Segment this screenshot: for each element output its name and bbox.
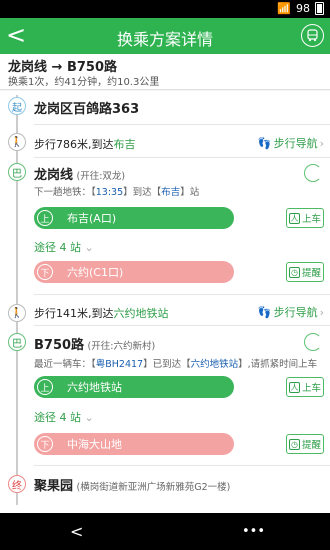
start-icon: 起: [8, 97, 26, 115]
remind-button-1[interactable]: ◷ 提醒: [286, 262, 324, 282]
alight-station-2[interactable]: 下中海大山地: [34, 433, 234, 455]
via-stops-2[interactable]: 途径 4 站 ⌄: [34, 409, 94, 425]
page-title: 换乘方案详情: [116, 30, 213, 49]
bus-icon: 巴: [8, 333, 26, 351]
battery-level: 98: [296, 2, 310, 15]
line-1-title: 龙岗线 (开往:双龙): [34, 168, 126, 183]
walk-step-1: 步行786米,到达布吉: [34, 138, 136, 151]
walk-nav-button-2[interactable]: 👣 步行导航 ›: [258, 304, 324, 320]
via-stops-1[interactable]: 途径 4 站 ⌄: [34, 239, 94, 255]
board-button-1[interactable]: 人上车: [286, 208, 324, 228]
board-icon: 人: [288, 381, 300, 393]
start-name: 龙岗区百鸽路363: [34, 102, 140, 117]
alight-station-1[interactable]: 下六约(C1口): [34, 261, 234, 283]
clock-icon: ◷: [288, 438, 300, 450]
line-1-next: 下一趟地铁：【13:35】到达【布吉】站: [34, 187, 200, 198]
board-icon: 人: [288, 212, 300, 224]
timeline-line: [16, 95, 18, 505]
system-nav-bar: < •••: [0, 513, 330, 550]
refresh-icon[interactable]: [304, 164, 322, 182]
remind-button-2[interactable]: ◷ 提醒: [286, 434, 324, 454]
title-bar: < 换乘方案详情: [0, 18, 330, 54]
board-station-1[interactable]: 上布吉(A口): [34, 207, 234, 229]
route-summary: 龙岗线 → B750路 换乘1次，约41分钟，约10.3公里: [0, 54, 330, 90]
board-button-2[interactable]: 人上车: [286, 377, 324, 397]
route-detail: 换乘1次，约41分钟，约10.3公里: [8, 77, 160, 88]
end-station: 聚果园 (横岗街道新亚洲广场新雅苑G2一楼): [34, 479, 231, 494]
end-icon: 终: [8, 475, 26, 493]
status-bar: 📶 98: [0, 0, 330, 18]
walk-step-2: 步行141米,到达六约地铁站: [34, 307, 169, 320]
walk-icon: 🚶: [8, 304, 26, 322]
battery-icon: [315, 2, 324, 15]
clock-icon: ◷: [288, 266, 300, 278]
line-2-next: 最近一辆车：【粤BH2417】已到达【六约地铁站】,请抓紧时间上车: [34, 359, 318, 370]
board-station-2[interactable]: 上六约地铁站: [34, 376, 234, 398]
line-2-title: B750路 (开往:六约新村): [34, 338, 156, 353]
footprint-icon: 👣: [257, 136, 272, 150]
signal-icon: 📶: [277, 2, 291, 15]
nav-menu-button[interactable]: •••: [242, 524, 265, 539]
bus-icon[interactable]: [301, 24, 324, 47]
footprint-icon: 👣: [257, 305, 272, 319]
refresh-icon[interactable]: [304, 333, 322, 351]
route-steps: 起 龙岗区百鸽路363 🚶 步行786米,到达布吉 👣 步行导航 › 巴 龙岗线 (…: [0, 91, 330, 513]
nav-back-button[interactable]: <: [70, 522, 83, 541]
walk-nav-button-1[interactable]: 👣 步行导航 ›: [258, 135, 324, 151]
walk-icon: 🚶: [8, 133, 26, 151]
subway-icon: 巴: [8, 163, 26, 181]
